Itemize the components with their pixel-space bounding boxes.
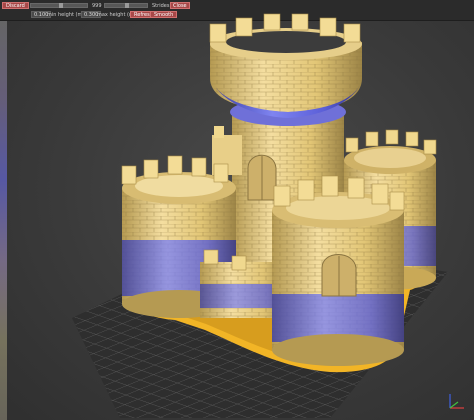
castle-model-scene bbox=[72, 13, 448, 418]
axis-gizmo-icon bbox=[449, 394, 464, 409]
front-right-tower bbox=[272, 175, 405, 366]
